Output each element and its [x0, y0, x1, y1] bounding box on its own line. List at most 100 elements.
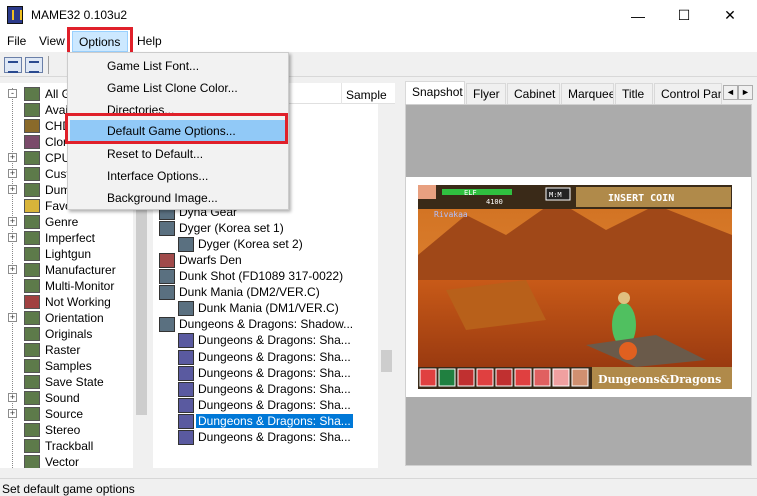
hud-score: 4100: [486, 198, 503, 206]
game-icon: [178, 413, 194, 429]
expand-toggle-icon[interactable]: +: [8, 169, 17, 178]
expand-toggle-icon[interactable]: +: [8, 313, 17, 322]
expand-toggle-icon[interactable]: -: [8, 89, 17, 98]
samples-column-header[interactable]: Sample: [346, 88, 387, 102]
folder-icon: [24, 247, 40, 261]
folder-item[interactable]: Trackball: [0, 438, 150, 454]
expand-toggle-icon[interactable]: +: [8, 233, 17, 242]
folder-icon: [24, 183, 40, 197]
game-title: Dunk Shot (FD1089 317-0022): [179, 269, 344, 283]
expand-toggle-icon[interactable]: +: [8, 393, 17, 402]
tab-control-panel[interactable]: Control Pane: [654, 83, 722, 104]
game-icon: [178, 381, 194, 397]
game-icon: [178, 397, 194, 413]
folder-item[interactable]: Vector: [0, 454, 150, 468]
folder-icon: [24, 391, 40, 405]
folder-label: Raster: [45, 343, 81, 357]
folder-item[interactable]: Multi-Monitor: [0, 278, 150, 294]
folder-item[interactable]: Originals: [0, 326, 150, 342]
folder-item[interactable]: Lightgun: [0, 246, 150, 262]
folder-item[interactable]: + Source: [0, 406, 150, 422]
folder-item[interactable]: + Orientation: [0, 310, 150, 326]
close-button[interactable]: ✕: [707, 0, 753, 31]
folder-item[interactable]: + Manufacturer: [0, 262, 150, 278]
folder-item[interactable]: Raster: [0, 342, 150, 358]
game-list-row[interactable]: Dungeons & Dragons: Sha...: [153, 397, 378, 414]
expand-toggle-icon[interactable]: +: [8, 217, 17, 226]
game-title: Dungeons & Dragons: Sha...: [198, 397, 351, 412]
folder-icon: [24, 423, 40, 437]
expand-toggle-icon[interactable]: +: [8, 265, 17, 274]
game-list-row[interactable]: Dyger (Korea set 2): [153, 236, 378, 253]
menu-item-reset-to-default[interactable]: Reset to Default...: [70, 143, 288, 165]
tab-scroll-left-icon[interactable]: ◄: [723, 85, 738, 100]
folder-label: Not Working: [45, 295, 111, 309]
folder-label: Imperfect: [45, 231, 96, 245]
toolbar-separator: [48, 56, 49, 74]
tab-scroll-right-icon[interactable]: ►: [738, 85, 753, 100]
tab-cabinet[interactable]: Cabinet: [507, 83, 560, 104]
menu-item-label: Reset to Default...: [107, 147, 204, 161]
menu-help[interactable]: Help: [137, 34, 162, 48]
expand-toggle-icon[interactable]: +: [8, 409, 17, 418]
folder-label: Stereo: [45, 423, 81, 437]
expand-toggle-icon[interactable]: +: [8, 185, 17, 194]
menu-item-background-image[interactable]: Background Image...: [70, 187, 288, 209]
folder-item[interactable]: + Sound: [0, 390, 150, 406]
game-list-scroll-thumb[interactable]: [381, 350, 392, 372]
tab-title[interactable]: Title: [615, 83, 653, 104]
game-list-row[interactable]: Dunk Mania (DM2/VER.C): [153, 284, 378, 301]
game-icon: [178, 430, 194, 445]
small-icons-view-icon[interactable]: [25, 57, 43, 73]
expand-toggle-icon[interactable]: +: [8, 153, 17, 162]
folder-icon: [24, 119, 40, 133]
maximize-button[interactable]: ☐: [661, 0, 707, 31]
menu-file[interactable]: File: [7, 34, 26, 48]
menu-item-interface-options[interactable]: Interface Options...: [70, 165, 288, 187]
folder-item[interactable]: Stereo: [0, 422, 150, 438]
game-list-row[interactable]: Dungeons & Dragons: Sha...: [153, 429, 378, 446]
game-list-row[interactable]: Dungeons & Dragons: Sha...: [153, 349, 378, 366]
game-title: Dyger (Korea set 1): [179, 220, 284, 235]
game-list-scrollbar[interactable]: [378, 104, 395, 468]
game-list-row[interactable]: Dungeons & Dragons: Sha...: [153, 365, 378, 382]
player-portrait: [418, 185, 436, 199]
item-slot-6: [514, 368, 532, 387]
game-list-row[interactable]: Dungeons & Dragons: Sha...: [153, 332, 378, 349]
game-icon: [178, 349, 194, 365]
menu-item-game-list-clone-color[interactable]: Game List Clone Color...: [70, 77, 288, 99]
folder-icon: [24, 311, 40, 325]
folder-item[interactable]: + Imperfect: [0, 230, 150, 246]
folder-item[interactable]: Not Working: [0, 294, 150, 310]
game-title: Dyger (Korea set 2): [198, 236, 303, 251]
game-title: Dungeons & Dragons: Sha...: [198, 381, 351, 396]
game-list-row[interactable]: Dungeons & Dragons: Sha...: [153, 381, 378, 398]
folder-item[interactable]: Samples: [0, 358, 150, 374]
menu-view[interactable]: View: [39, 34, 65, 48]
game-list-row[interactable]: Dunk Mania (DM1/VER.C): [153, 300, 378, 317]
folder-label: Manufacturer: [45, 263, 116, 277]
tab-snapshot[interactable]: Snapshot: [405, 81, 465, 104]
game-list-row[interactable]: Dunk Shot (FD1089 317-0022): [153, 268, 378, 285]
hud-class: ELF: [464, 189, 477, 197]
game-icon: [159, 220, 175, 236]
tab-marquee[interactable]: Marquee: [561, 83, 614, 104]
menu-item-game-list-font[interactable]: Game List Font...: [70, 55, 288, 77]
menu-item-label: Game List Font...: [107, 59, 200, 73]
large-icons-view-icon[interactable]: [4, 57, 22, 73]
game-list-row[interactable]: Dungeons & Dragons: Shadow...: [153, 316, 378, 333]
item-slot-9: [571, 368, 589, 387]
folder-item[interactable]: + Genre: [0, 214, 150, 230]
game-list-row[interactable]: Dwarfs Den: [153, 252, 378, 269]
game-title: Dungeons & Dragons: Sha...: [198, 333, 351, 348]
folder-label: Genre: [45, 215, 79, 229]
game-list-row[interactable]: Dyger (Korea set 1): [153, 220, 378, 237]
item-slot-3: [457, 368, 475, 387]
game-list-row[interactable]: Dungeons & Dragons: Sha...: [153, 413, 378, 430]
minimize-button[interactable]: —: [615, 0, 661, 31]
tab-flyer[interactable]: Flyer: [466, 83, 506, 104]
folder-item[interactable]: Save State: [0, 374, 150, 390]
menu-item-label: Interface Options...: [107, 169, 209, 183]
menu-item-label: Background Image...: [107, 191, 218, 205]
menu-item-label: Game List Clone Color...: [107, 81, 238, 95]
